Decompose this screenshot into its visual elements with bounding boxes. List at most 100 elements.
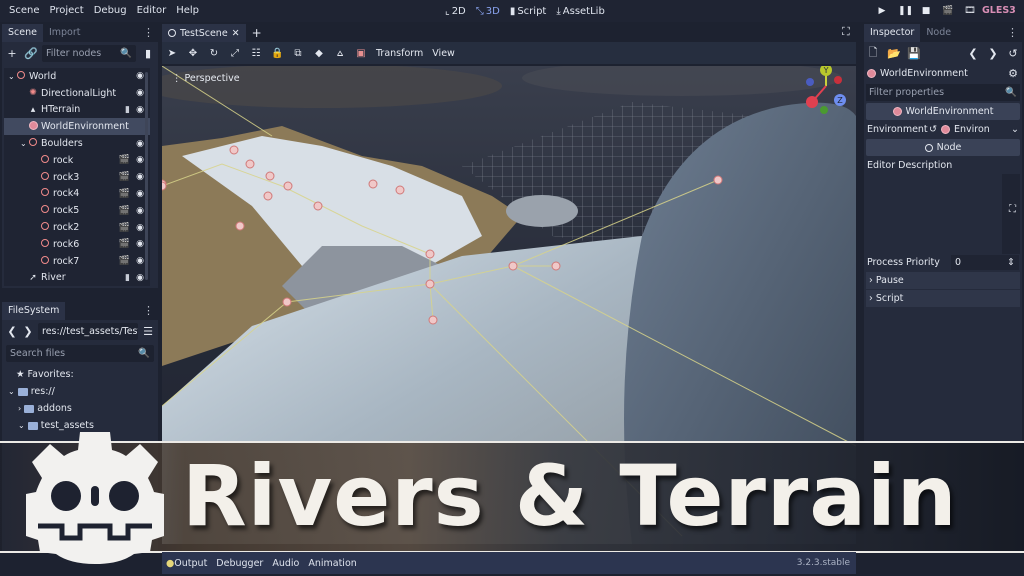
main-screen-assetlib[interactable]: ⤓ AssetLib: [556, 6, 604, 17]
visibility-icon[interactable]: ◉: [136, 239, 144, 249]
visibility-icon[interactable]: ◉: [136, 223, 144, 233]
curve-handle[interactable]: [265, 171, 275, 181]
split-view-icon[interactable]: ☰: [142, 325, 154, 338]
instance-icon[interactable]: 🎬: [119, 239, 130, 249]
visibility-icon[interactable]: ◉: [136, 273, 144, 283]
curve-handle[interactable]: [245, 159, 255, 169]
property-value[interactable]: Environ: [954, 124, 990, 135]
node-header[interactable]: Node: [866, 139, 1020, 156]
file-tree-item[interactable]: ⌄ res://: [6, 383, 154, 400]
list-select-icon[interactable]: ☷: [250, 48, 262, 59]
curve-handle[interactable]: [425, 249, 435, 259]
tab-testscene[interactable]: TestScene ✕: [162, 24, 246, 42]
script-icon[interactable]: ▮: [125, 273, 130, 283]
chevron-down-icon[interactable]: ⌄: [8, 387, 15, 396]
menu-project[interactable]: Project: [45, 0, 89, 22]
tree-node[interactable]: WorldEnvironment: [4, 118, 150, 136]
section-script[interactable]: › Script: [866, 290, 1020, 307]
visibility-icon[interactable]: ◉: [136, 71, 144, 81]
visibility-icon[interactable]: ◉: [136, 155, 144, 165]
curve-handle[interactable]: [283, 181, 293, 191]
open-folder-icon[interactable]: 📂: [887, 47, 901, 60]
tree-node[interactable]: rock5 🎬 ◉: [4, 202, 150, 219]
rotate-tool-icon[interactable]: ↻: [208, 48, 220, 59]
instance-icon[interactable]: 🎬: [119, 223, 130, 233]
instance-icon[interactable]: 🎬: [119, 189, 130, 199]
spinner-icon[interactable]: ⇕: [1007, 257, 1015, 268]
main-screen-2d[interactable]: ⌞ 2D: [445, 6, 466, 17]
menu-debug[interactable]: Debug: [89, 0, 132, 22]
curve-handle[interactable]: [313, 201, 323, 211]
visibility-icon[interactable]: ◉: [136, 172, 144, 182]
visibility-icon[interactable]: ◉: [136, 189, 144, 199]
menu-scene[interactable]: Scene: [4, 0, 45, 22]
tab-node[interactable]: Node: [920, 24, 957, 42]
file-tree-item[interactable]: ★ Favorites:: [6, 366, 154, 383]
tab-filesystem[interactable]: FileSystem: [2, 302, 66, 320]
link-icon[interactable]: 🔗: [24, 47, 38, 60]
play-scene-icon[interactable]: 🎬: [942, 6, 954, 16]
path-field[interactable]: res://test_assets/TestS: [38, 322, 138, 340]
forward-icon[interactable]: ❯: [22, 325, 34, 338]
camera-preview-icon[interactable]: ▣: [355, 48, 367, 59]
filter-properties-input[interactable]: Filter properties 🔍: [866, 84, 1020, 101]
instance-icon[interactable]: 🎬: [119, 155, 130, 165]
tree-node[interactable]: ▴ HTerrain ▮ ◉: [4, 102, 150, 119]
back-icon[interactable]: ❮: [6, 325, 18, 338]
process-priority-spinbox[interactable]: 0 ⇕: [951, 255, 1019, 270]
tab-scene[interactable]: Scene: [2, 24, 43, 42]
expand-icon[interactable]: ⛶: [1009, 204, 1016, 215]
main-screen-3d[interactable]: ⤡ 3D: [476, 6, 500, 17]
tree-node[interactable]: rock4 🎬 ◉: [4, 186, 150, 203]
select-tool-icon[interactable]: ➤: [166, 48, 178, 59]
close-icon[interactable]: ✕: [232, 28, 240, 39]
instance-icon[interactable]: 🎬: [119, 256, 130, 266]
curve-handle[interactable]: [368, 179, 378, 189]
curve-handle[interactable]: [425, 279, 435, 289]
editor-description-field[interactable]: ⛶: [866, 174, 1020, 254]
chevron-down-icon[interactable]: ⌄: [8, 72, 16, 81]
curve-handle[interactable]: [713, 175, 723, 185]
play-icon[interactable]: ▶: [876, 6, 888, 16]
save-icon[interactable]: 💾: [907, 47, 921, 60]
menu-help[interactable]: Help: [171, 0, 204, 22]
visibility-icon[interactable]: ◉: [136, 88, 144, 98]
transform-menu[interactable]: Transform: [376, 48, 423, 59]
play-custom-scene-icon[interactable]: 🎞: [964, 6, 976, 16]
curve-handle[interactable]: [428, 315, 438, 325]
section-pause[interactable]: › Pause: [866, 272, 1020, 289]
curve-handle[interactable]: [235, 221, 245, 231]
revert-icon[interactable]: ↺: [929, 124, 937, 135]
curve-handle[interactable]: [508, 261, 518, 271]
tab-import[interactable]: Import: [43, 24, 87, 42]
view-menu[interactable]: View: [432, 48, 455, 59]
curve-handle[interactable]: [551, 261, 561, 271]
filter-nodes-input[interactable]: Filter nodes 🔍: [42, 44, 136, 62]
new-resource-icon[interactable]: 🗋: [867, 44, 879, 63]
pause-icon[interactable]: ❚❚: [898, 6, 913, 16]
visibility-icon[interactable]: ◉: [136, 206, 144, 216]
group-icon[interactable]: ⧉: [292, 48, 304, 59]
tree-node[interactable]: rock6 🎬 ◉: [4, 236, 150, 253]
chevron-down-icon[interactable]: ⌄: [1011, 124, 1019, 135]
curve-handle[interactable]: [282, 297, 292, 307]
curve-handle[interactable]: [263, 191, 273, 201]
visibility-icon[interactable]: ◉: [136, 256, 144, 266]
scale-tool-icon[interactable]: ⤢: [229, 48, 241, 59]
instance-icon[interactable]: 🎬: [119, 206, 130, 216]
history-forward-icon[interactable]: ❯: [987, 47, 999, 60]
curve-handle[interactable]: [162, 181, 167, 191]
tree-node[interactable]: rock3 🎬 ◉: [4, 169, 150, 186]
local-space-icon[interactable]: ◆: [313, 48, 325, 59]
tree-node[interactable]: ✺ DirectionalLight ◉: [4, 85, 150, 102]
tree-node[interactable]: ➚ River ▮ ◉: [4, 270, 150, 287]
history-back-icon[interactable]: ❮: [967, 47, 979, 60]
object-properties-icon[interactable]: ⚙: [1007, 67, 1019, 80]
scrollbar[interactable]: [145, 72, 148, 280]
curve-handle[interactable]: [395, 185, 405, 195]
menu-dots-icon[interactable]: ⋮: [143, 304, 154, 317]
attach-script-icon[interactable]: ▮: [142, 47, 154, 60]
move-tool-icon[interactable]: ✥: [187, 48, 199, 59]
visibility-icon[interactable]: ◉: [136, 139, 144, 149]
visibility-icon[interactable]: ◉: [136, 105, 144, 115]
